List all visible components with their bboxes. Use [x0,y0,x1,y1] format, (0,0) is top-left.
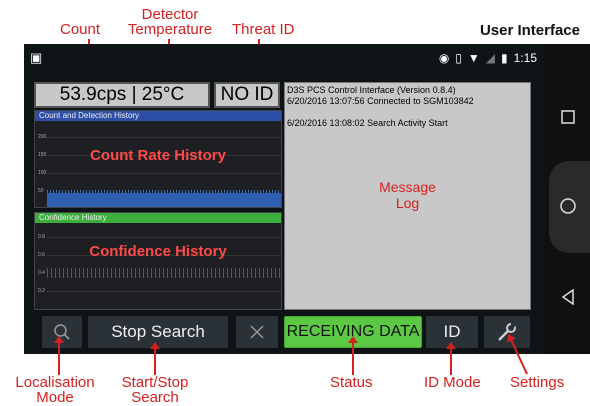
count-rate-history-label: Count Rate History [90,147,226,164]
count-ytick: 200 [38,134,47,140]
annotation-start-stop: Start/Stop Search [112,375,198,405]
confidence-noise [47,268,281,278]
clock-time: 1:15 [513,51,537,65]
android-nav-bar [545,44,590,354]
square-icon [560,110,575,124]
back-button[interactable] [545,282,590,312]
annotation-threat-id: Threat ID [232,21,295,38]
clear-button[interactable] [236,316,278,348]
arrow-id-mode [446,342,456,375]
header-title: User Interface [479,22,580,39]
message-log-label-line1: Message [379,179,436,195]
app-screen: ▣ ◉ ▯ ▼ ◢ ▮ 1:15 53.9cps | 25°C NO ID Co… [24,44,545,354]
annotation-settings: Settings [510,374,565,391]
close-icon [250,325,264,339]
annotation-start-stop-line2: Search [131,389,179,406]
annotation-id-mode: ID Mode [424,374,481,391]
camera-icon: ▣ [30,50,43,65]
annotation-localisation-mode: Localisation Mode [10,375,100,405]
annotation-detector-line2: Temperature [127,21,213,38]
annotation-status: Status [330,374,373,391]
location-icon: ◉ [438,51,450,65]
annotation-start-stop-line1: Start/Stop [121,374,189,391]
vibrate-icon: ▯ [455,51,462,65]
annotation-detector-temperature: Detector Temperature [124,7,216,37]
count-rate-fill [47,191,281,207]
count-temperature-display: 53.9cps | 25°C [34,82,210,108]
confidence-history-chart: Confidence History 0.8 0.6 0.4 0.2 Confi… [34,212,282,310]
confidence-history-header: Confidence History [35,213,281,223]
annotation-localisation-line1: Localisation [15,374,95,391]
count-history-header: Count and Detection History [35,111,281,121]
arrow-start-stop [150,342,160,375]
circle-icon [559,198,576,214]
arrow-localisation [54,336,64,375]
recents-button[interactable] [545,102,590,132]
confidence-history-label: Confidence History [89,243,227,260]
settings-button[interactable] [484,316,530,348]
count-rate-noise [47,190,281,193]
localisation-mode-button[interactable] [42,316,82,348]
no-signal-icon: ◢ [485,51,496,65]
status-icons: ◉ ▯ ▼ ◢ ▮ 1:15 [439,51,537,65]
annotation-localisation-line2: Mode [36,389,74,406]
log-line: 6/20/2016 13:08:02 Search Activity Start [287,118,448,128]
battery-icon: ▮ [501,51,508,65]
threat-id-display: NO ID [214,82,280,108]
arrow-status [348,336,358,375]
count-ytick: 50 [38,188,44,194]
message-log-label-line2: Log [395,195,420,211]
message-log-label: Message Log [285,179,530,211]
message-log: D3S PCS Control Interface (Version 0.8.4… [284,82,531,310]
count-history-chart: Count and Detection History 200 150 100 … [34,110,282,208]
log-line: 6/20/2016 13:07:56 Connected to SGM10384… [287,96,474,106]
confidence-ytick: 0.8 [38,234,45,240]
confidence-ytick: 0.2 [38,288,45,294]
home-button[interactable] [545,191,590,221]
android-status-bar: ▣ ◉ ▯ ▼ ◢ ▮ 1:15 [24,44,545,72]
count-ytick: 100 [38,170,47,176]
confidence-ytick: 0.4 [38,270,45,276]
annotation-detector-line1: Detector [141,6,199,23]
wifi-icon: ▼ [467,51,480,65]
annotation-count: Count [60,21,101,38]
triangle-back-icon [561,289,574,305]
log-line: D3S PCS Control Interface (Version 0.8.4… [287,85,456,95]
